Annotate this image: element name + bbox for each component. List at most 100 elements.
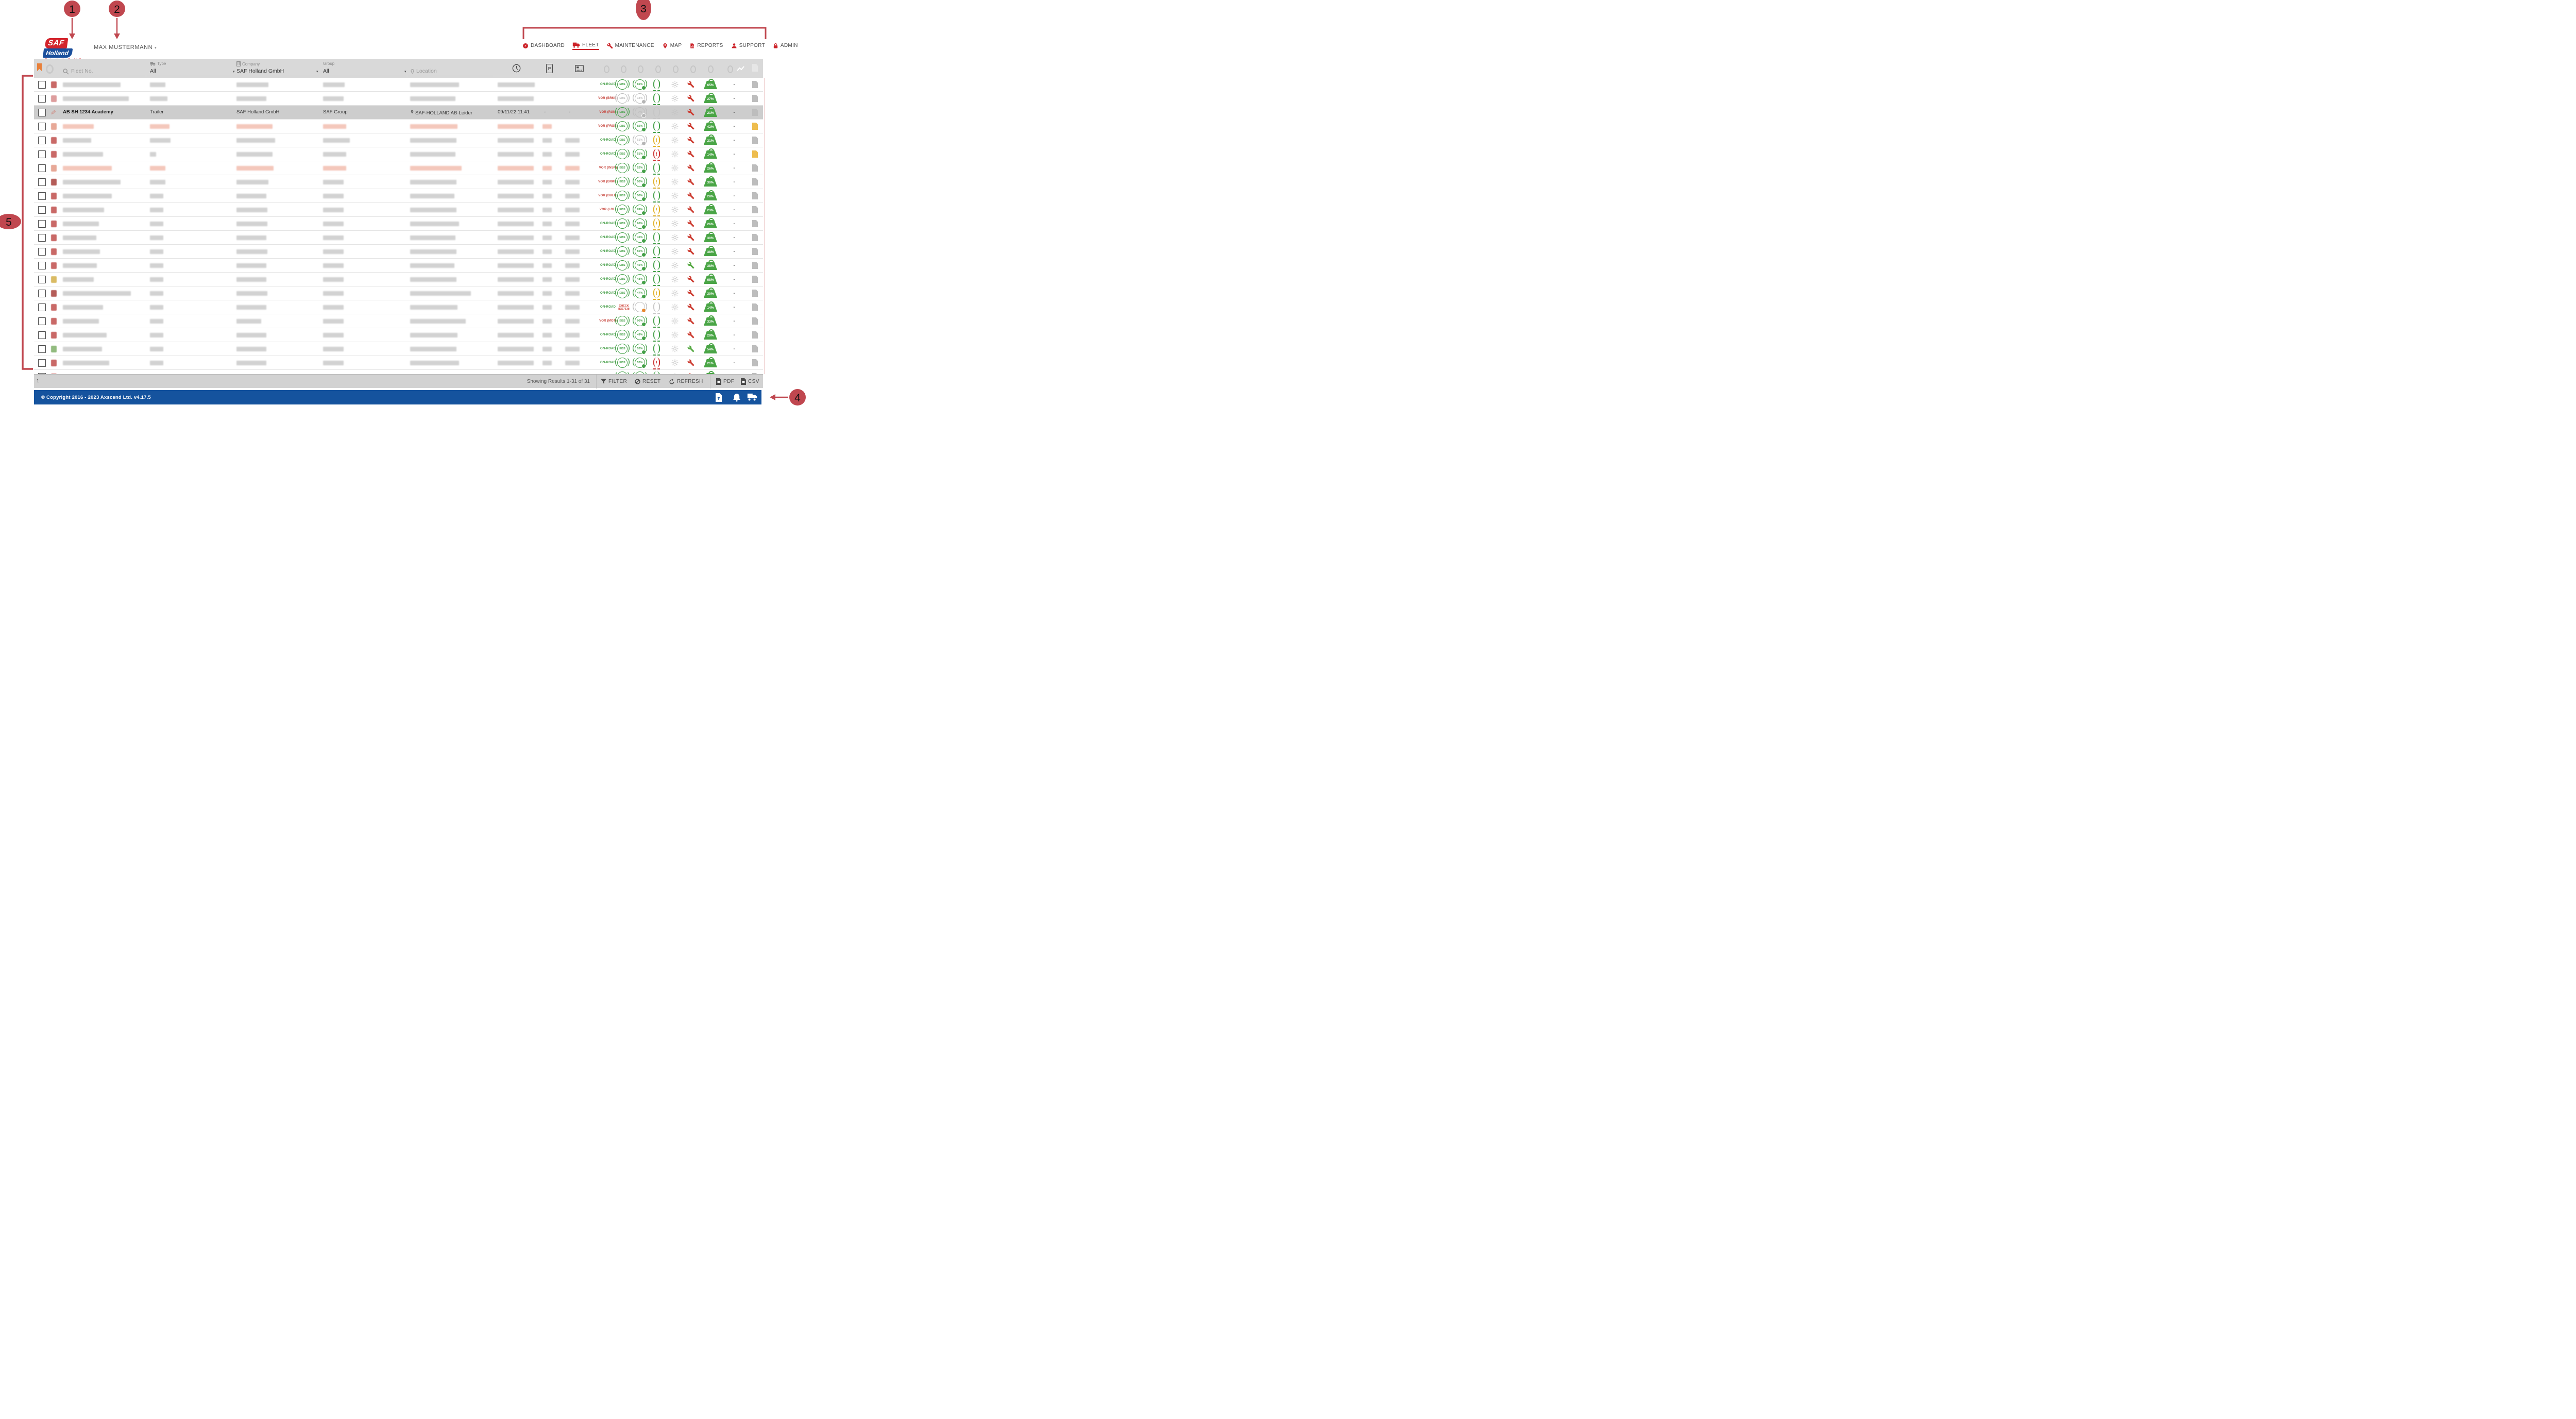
table-row[interactable]: ON-ROADCHECK ISO763814%- (34, 300, 763, 314)
document-icon[interactable] (752, 359, 758, 366)
nav-item-admin[interactable]: ADMIN (773, 43, 798, 50)
document-icon[interactable] (752, 276, 758, 283)
table-row[interactable]: VOR (BRKE)EBS34%27%- (34, 92, 763, 106)
row-checkbox[interactable] (38, 234, 46, 242)
edit-icon[interactable] (51, 290, 57, 297)
nav-item-map[interactable]: MAP (662, 43, 682, 50)
row-checkbox[interactable] (38, 303, 46, 311)
fleet-no-search-input[interactable]: Fleet No. (71, 68, 93, 74)
row-checkbox[interactable] (38, 220, 46, 228)
edit-icon[interactable] (51, 332, 57, 339)
document-icon[interactable] (752, 234, 758, 241)
location-filter[interactable]: Location (410, 68, 437, 74)
document-icon[interactable] (752, 123, 758, 130)
document-icon[interactable] (752, 95, 758, 102)
edit-icon[interactable] (51, 318, 57, 325)
nav-item-dashboard[interactable]: DASHBOARD (522, 43, 565, 50)
edit-icon[interactable] (51, 193, 57, 199)
row-checkbox[interactable] (38, 95, 46, 103)
edit-icon[interactable] (51, 165, 57, 172)
table-row[interactable]: VOR (PRGE)EBS82%42%- (34, 120, 763, 133)
row-checkbox[interactable] (38, 262, 46, 269)
edit-icon[interactable] (51, 137, 57, 144)
document-icon[interactable] (752, 206, 758, 213)
document-icon[interactable] (752, 164, 758, 172)
row-checkbox[interactable] (38, 123, 46, 130)
edit-icon[interactable] (51, 304, 57, 311)
csv-export-button[interactable]: CSV (741, 375, 759, 388)
document-icon[interactable] (752, 150, 758, 158)
edit-icon[interactable] (51, 221, 57, 227)
table-row[interactable]: ON-ROADEBS48%68%- (34, 273, 763, 286)
export-document-icon[interactable] (715, 393, 722, 402)
edit-icon[interactable] (51, 179, 57, 185)
document-icon[interactable] (752, 192, 758, 199)
edit-icon[interactable] (51, 346, 57, 352)
table-row[interactable]: VOR (INSP)EBS52%26%- (34, 161, 763, 175)
table-row[interactable]: ON-ROADEBS52%!21%- (34, 356, 763, 370)
row-checkbox[interactable] (38, 248, 46, 256)
row-checkbox[interactable] (38, 317, 46, 325)
chevron-down-icon[interactable]: ▾ (233, 70, 235, 74)
edit-icon[interactable] (51, 262, 57, 269)
row-checkbox[interactable] (38, 276, 46, 283)
document-icon[interactable] (752, 303, 758, 311)
row-checkbox[interactable] (38, 290, 46, 297)
pdf-export-button[interactable]: PDF (716, 375, 734, 388)
table-row[interactable]: ON-ROADEBS45%30%- (34, 231, 763, 245)
edit-icon[interactable] (51, 276, 57, 283)
row-checkbox[interactable] (38, 178, 46, 186)
row-checkbox[interactable] (38, 164, 46, 172)
table-row[interactable]: VOR (MOT)EBS90%33%- (34, 314, 763, 328)
type-filter-select[interactable]: All (150, 68, 156, 74)
document-icon[interactable] (752, 178, 758, 185)
edit-icon[interactable]: ✎ (48, 109, 57, 115)
nav-item-maintenance[interactable]: MAINTENANCE (607, 43, 654, 50)
reset-button[interactable]: RESET (635, 375, 660, 388)
table-row[interactable]: VOR (BULB)EBS50%28%- (34, 189, 763, 203)
document-icon[interactable] (752, 317, 758, 325)
edit-icon[interactable] (51, 248, 57, 255)
nav-item-support[interactable]: SUPPORT (731, 43, 765, 50)
edit-icon[interactable] (51, 151, 57, 158)
group-filter-select[interactable]: All (323, 68, 329, 74)
bell-icon[interactable] (733, 393, 741, 402)
document-icon[interactable] (752, 248, 758, 255)
table-row[interactable]: VOR (LOL)EBS89%!23%- (34, 203, 763, 217)
document-icon[interactable] (752, 290, 758, 297)
bookmark-icon[interactable] (37, 63, 42, 71)
edit-icon[interactable] (51, 234, 57, 241)
row-checkbox[interactable] (38, 206, 46, 214)
row-checkbox[interactable] (38, 150, 46, 158)
truck-icon[interactable] (747, 393, 757, 401)
document-icon[interactable] (752, 137, 758, 144)
refresh-button[interactable]: REFRESH (669, 375, 703, 388)
document-icon[interactable] (752, 262, 758, 269)
filter-button[interactable]: FILTER (601, 375, 627, 388)
table-row[interactable]: ON-ROADEBS81%65%- (34, 78, 763, 92)
row-checkbox[interactable] (38, 331, 46, 339)
table-row[interactable]: ON-ROADEBS51%!14%- (34, 147, 763, 161)
document-icon[interactable] (752, 220, 758, 227)
table-row[interactable]: ON-ROADEBS50%38%- (34, 245, 763, 259)
chevron-down-icon[interactable]: ▾ (316, 70, 318, 74)
company-filter-select[interactable]: SAF Holland GmbH (236, 68, 284, 74)
table-row[interactable]: VOR (BRKE)EBS50%!30%- (34, 175, 763, 189)
document-icon[interactable] (752, 345, 758, 352)
document-icon[interactable] (752, 109, 758, 116)
row-checkbox[interactable] (38, 345, 46, 353)
table-row[interactable]: ON-ROADEBS52%54%- (34, 342, 763, 356)
table-row[interactable]: ON-ROADEBS45%38%- (34, 259, 763, 273)
edit-icon[interactable] (51, 95, 57, 102)
row-checkbox[interactable] (38, 359, 46, 367)
nav-item-fleet[interactable]: FLEET (572, 42, 599, 50)
row-checkbox[interactable] (38, 192, 46, 200)
table-row[interactable]: ON-ROADEBS47%!30%- (34, 286, 763, 300)
nav-item-reports[interactable]: REPORTS (689, 43, 723, 50)
table-row[interactable]: ON-ROADEBS50%21%- (34, 370, 763, 374)
row-checkbox[interactable] (38, 81, 46, 89)
row-checkbox[interactable] (38, 137, 46, 144)
document-icon[interactable] (752, 331, 758, 339)
gear-icon[interactable] (46, 64, 54, 74)
table-row[interactable]: ON-ROADEBS51%!21%- (34, 133, 763, 147)
